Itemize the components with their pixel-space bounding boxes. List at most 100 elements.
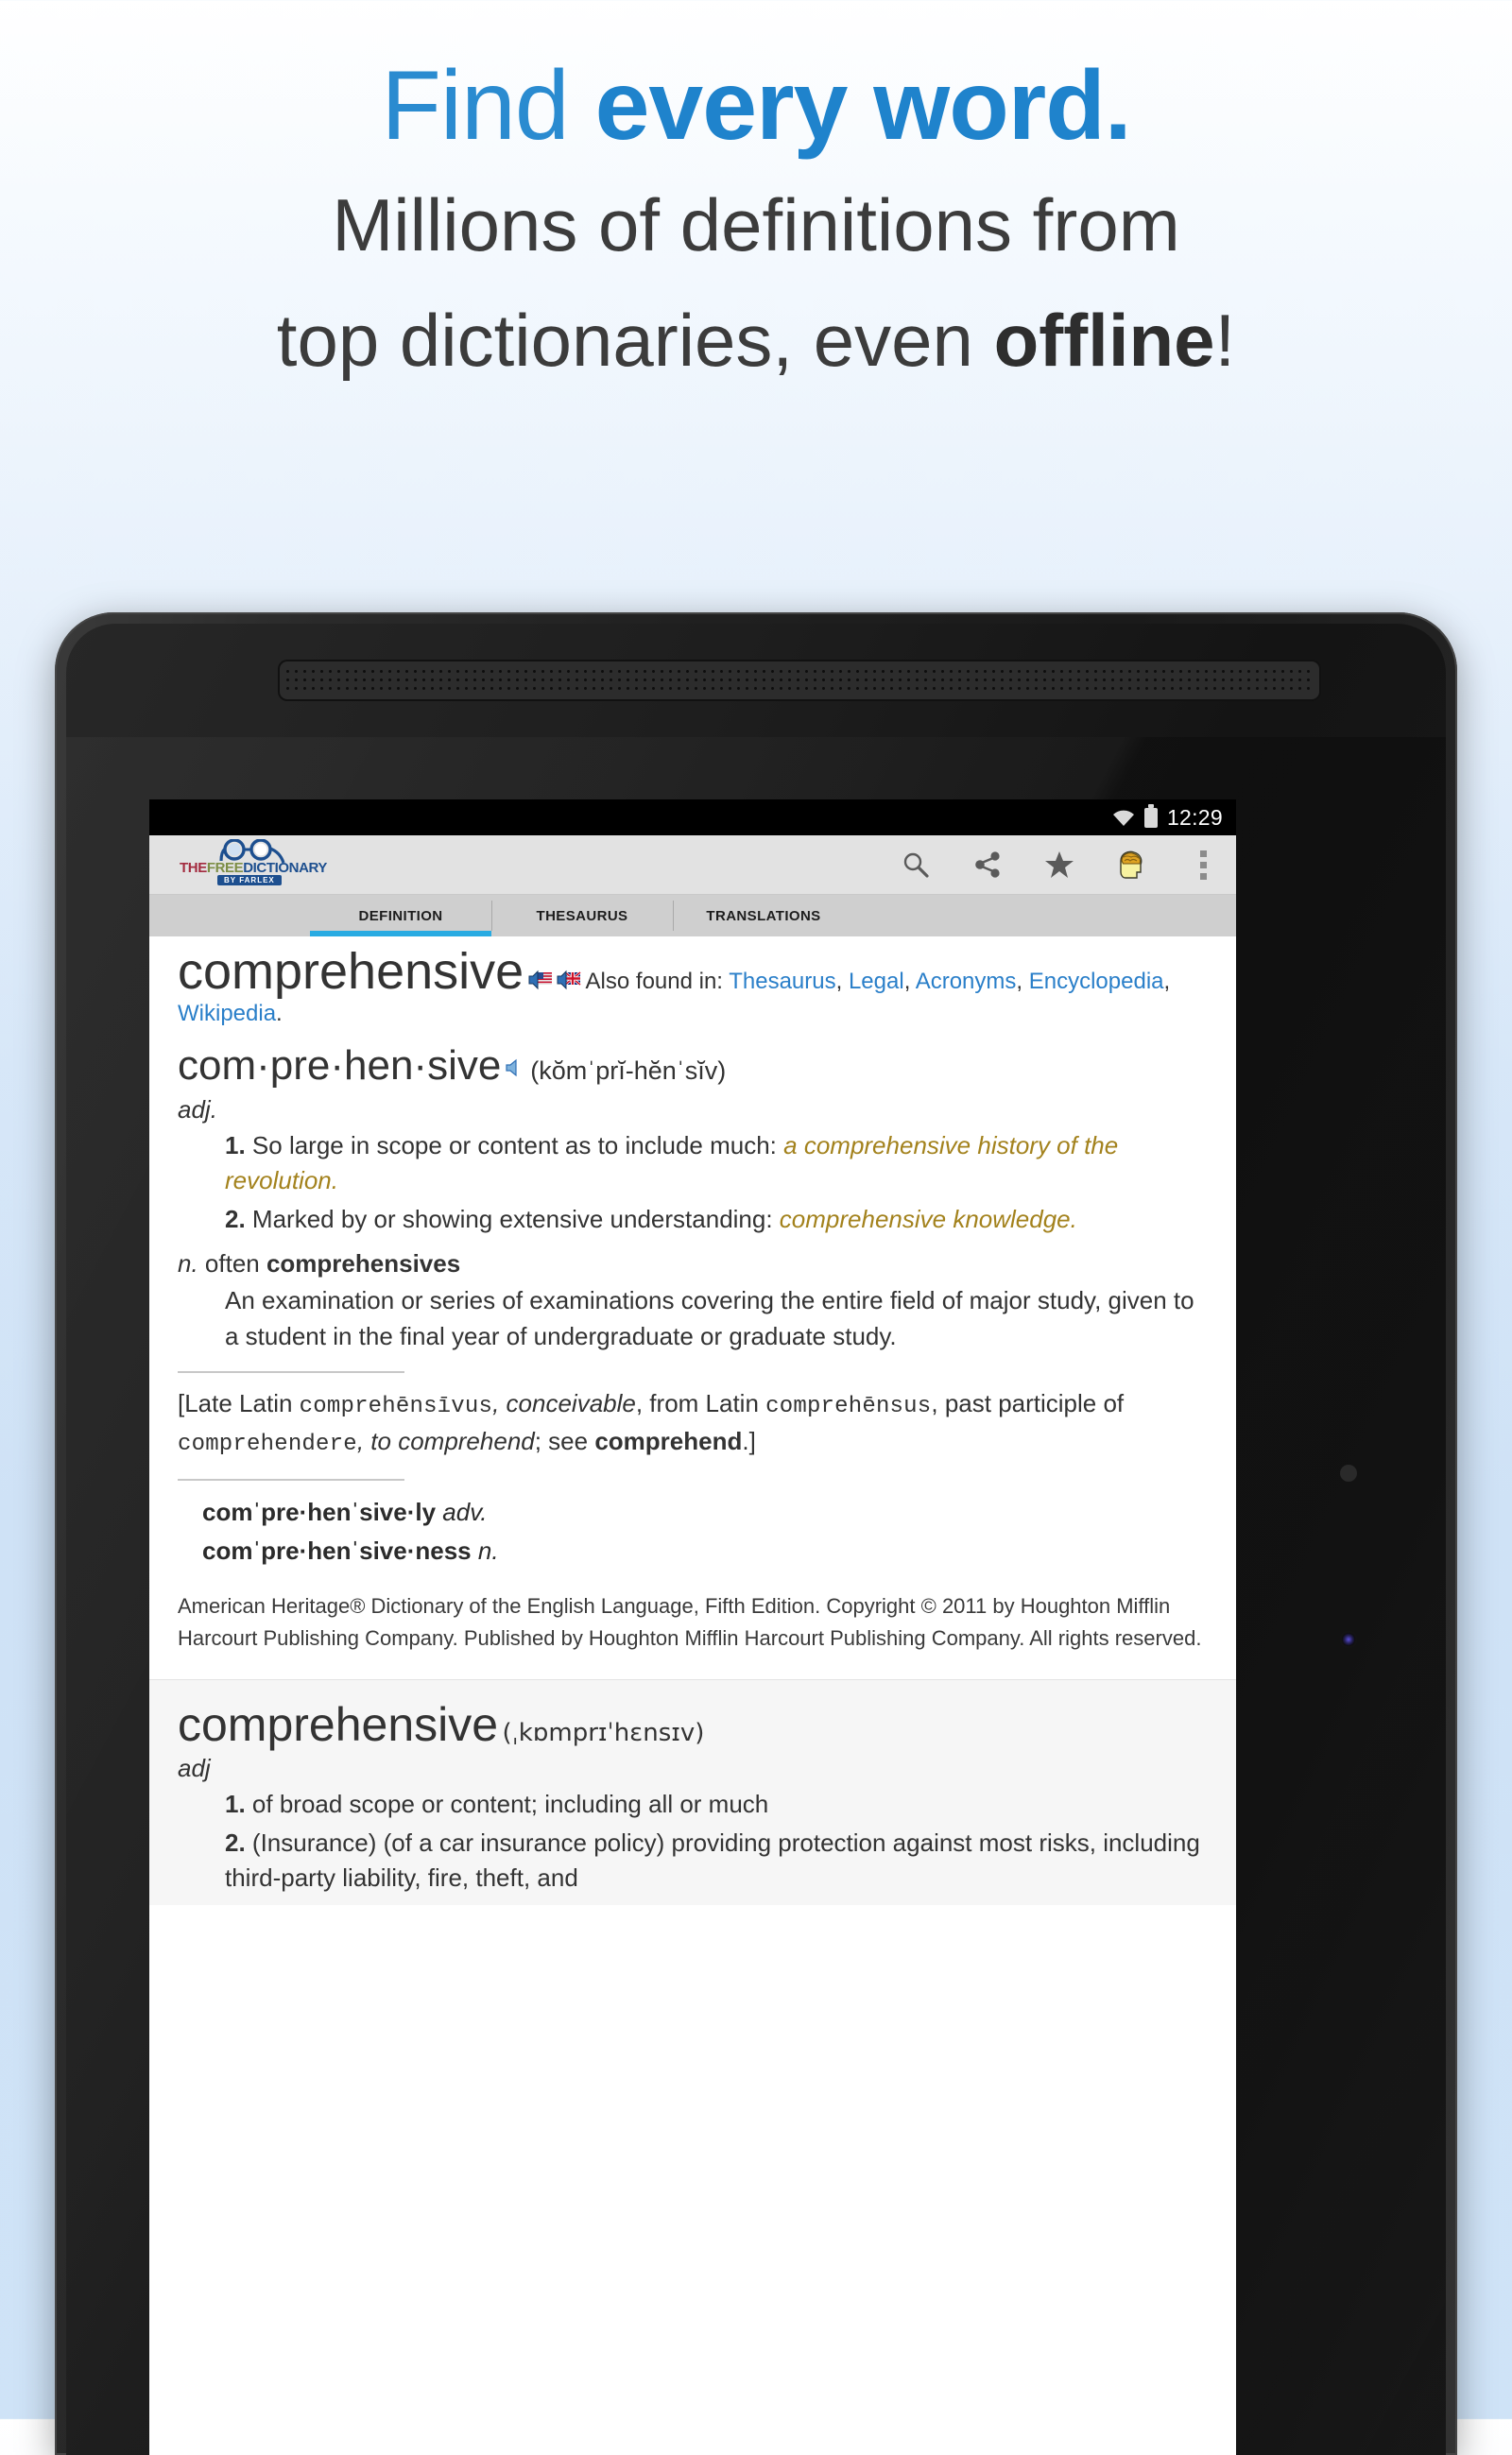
link-legal[interactable]: Legal xyxy=(849,969,904,994)
promo-headline-plain: Find xyxy=(381,51,595,161)
tablet-device-frame: 12:29 THEFREEDICTIONARY BY FARLEX DEFINI… xyxy=(55,612,1457,2455)
app-logo[interactable]: THEFREEDICTIONARY BY FARLEX xyxy=(180,838,327,888)
derivative-noun: comˈpre·henˈsive·ness n. xyxy=(202,1533,1210,1570)
collins-sense-2-text: (Insurance) (of a car insurance policy) … xyxy=(225,1828,1200,1893)
tablet-bezel: 12:29 THEFREEDICTIONARY BY FARLEX DEFINI… xyxy=(66,624,1446,2455)
noun-often-label: often xyxy=(198,1249,266,1279)
tablet-screen: 12:29 THEFREEDICTIONARY BY FARLEX DEFINI… xyxy=(149,799,1236,2455)
noun-plural-form: comprehensives xyxy=(266,1249,461,1279)
promo-subline-2-pre: top dictionaries, even xyxy=(276,299,994,383)
etymology: [Late Latin comprehēnsīvus, conceivable,… xyxy=(178,1386,1210,1462)
promo-header: Find every word. Millions of definitions… xyxy=(0,0,1512,388)
promo-subline-2-bold: offline xyxy=(993,299,1215,383)
collins-entry: comprehensive (ˌkɒmprɪˈhɛnsɪv) adj 1. of… xyxy=(149,1679,1236,1905)
headword: comprehensive xyxy=(178,943,524,1000)
etymology-mid-3: ; see xyxy=(534,1427,595,1456)
search-icon[interactable] xyxy=(900,849,932,881)
link-encyclopedia[interactable]: Encyclopedia xyxy=(1029,969,1164,994)
promo-headline-bold: every word xyxy=(594,51,1106,161)
collins-sense-1: 1. of broad scope or content; including … xyxy=(225,1787,1210,1822)
collins-sense-2-number: 2. xyxy=(225,1828,246,1858)
speaker-grille xyxy=(280,661,1319,699)
etymology-xref-comprehend[interactable]: comprehend xyxy=(594,1427,742,1455)
collins-sense-1-number: 1. xyxy=(225,1790,246,1819)
overflow-menu-icon[interactable] xyxy=(1187,849,1219,881)
collins-sense-1-text: of broad scope or content; including all… xyxy=(251,1790,769,1819)
promo-subline-1: Millions of definitions from xyxy=(332,183,1180,267)
speaker-us-flag-icon[interactable] xyxy=(528,970,557,992)
promo-headline: Find every word. xyxy=(0,54,1512,158)
link-thesaurus[interactable]: Thesaurus xyxy=(729,969,835,994)
link-wikipedia[interactable]: Wikipedia xyxy=(178,1001,276,1026)
derivative-adverb: comˈpre·henˈsive·ly adv. xyxy=(202,1494,1210,1531)
etymology-open: [Late Latin xyxy=(178,1389,300,1418)
sense-2: 2. Marked by or showing extensive unders… xyxy=(225,1202,1210,1237)
collins-part-of-speech: adj xyxy=(178,1754,211,1783)
app-bar-actions xyxy=(900,835,1219,894)
tab-bar: DEFINITION THESAURUS TRANSLATIONS xyxy=(149,895,1236,936)
etymology-gloss-2: , to comprehend xyxy=(356,1427,535,1456)
part-of-speech-noun: n. xyxy=(178,1249,198,1279)
syllabification-block: com·pre·hen·sive (kŏmˈprĭ-hĕnˈsĭv) xyxy=(178,1042,1210,1090)
pronunciation: (kŏmˈprĭ-hĕnˈsĭv) xyxy=(530,1056,727,1086)
noun-headline: n. often comprehensives xyxy=(178,1246,1210,1281)
also-found-label: Also found in: xyxy=(585,969,730,994)
sense-1-text: So large in scope or content as to inclu… xyxy=(251,1131,784,1160)
tab-translations[interactable]: TRANSLATIONS xyxy=(673,895,854,936)
promo-headline-dot: . xyxy=(1104,51,1132,161)
etymology-mid-1: , from Latin xyxy=(635,1389,766,1418)
derivative-adverb-form: comˈpre·henˈsive·ly xyxy=(202,1498,437,1527)
collins-headword: comprehensive xyxy=(178,1698,499,1752)
tab-thesaurus-label: THESAURUS xyxy=(536,907,628,924)
logo-free: FREE xyxy=(206,860,244,876)
speaker-uk-flag-icon[interactable] xyxy=(557,970,585,992)
tab-translations-label: TRANSLATIONS xyxy=(706,907,821,924)
etymology-latin-3: comprehendere xyxy=(178,1432,357,1458)
app-bar: THEFREEDICTIONARY BY FARLEX xyxy=(149,835,1236,895)
dictionary-credit: American Heritage® Dictionary of the Eng… xyxy=(178,1594,1202,1651)
wifi-icon xyxy=(1112,810,1135,826)
speaker-icon[interactable] xyxy=(506,1059,530,1083)
logo-wordmark: THEFREEDICTIONARY xyxy=(180,860,327,876)
link-acronyms[interactable]: Acronyms xyxy=(916,969,1017,994)
brain-head-icon[interactable] xyxy=(1115,849,1147,881)
tab-thesaurus[interactable]: THESAURUS xyxy=(491,895,673,936)
etymology-mid-2: , past participle of xyxy=(931,1389,1125,1418)
promo-subline-2: top dictionaries, even offline! xyxy=(0,294,1512,388)
sense-2-text: Marked by or showing extensive understan… xyxy=(251,1205,780,1234)
logo-the: THE xyxy=(180,860,207,876)
android-status-bar: 12:29 xyxy=(149,799,1236,835)
etymology-gloss-1: , conceivable xyxy=(492,1389,636,1418)
definition-content: comprehensive Also found in: Thesaurus, … xyxy=(149,936,1236,2455)
etymology-close: .] xyxy=(742,1427,756,1456)
noun-definition: An examination or series of examinations… xyxy=(225,1286,1194,1350)
share-icon[interactable] xyxy=(971,849,1004,881)
derivative-noun-form: comˈpre·henˈsive·ness xyxy=(202,1537,472,1566)
collins-ipa: (ˌkɒmprɪˈhɛnsɪv) xyxy=(502,1719,705,1748)
sense-1: 1. So large in scope or content as to in… xyxy=(225,1128,1210,1198)
status-clock: 12:29 xyxy=(1166,804,1223,830)
proximity-sensor-dot xyxy=(1340,1465,1357,1482)
etymology-latin-1: comprehēnsīvus xyxy=(299,1394,493,1420)
sense-1-number: 1. xyxy=(225,1131,246,1160)
headword-block: comprehensive Also found in: Thesaurus, … xyxy=(178,943,1171,1027)
sense-2-number: 2. xyxy=(225,1205,246,1234)
part-of-speech-adj: adj. xyxy=(178,1095,217,1124)
derivative-adverb-pos: adv. xyxy=(436,1498,488,1527)
battery-icon xyxy=(1143,803,1158,828)
divider-etymology xyxy=(178,1371,404,1374)
logo-by-farlex: BY FARLEX xyxy=(217,875,282,885)
tab-definition-label: DEFINITION xyxy=(358,907,443,924)
promo-subline-2-post: ! xyxy=(1214,299,1236,383)
collins-headword-block: comprehensive (ˌkɒmprɪˈhɛnsɪv) xyxy=(178,1697,1210,1752)
divider-derivatives xyxy=(178,1479,404,1482)
tab-definition[interactable]: DEFINITION xyxy=(310,895,491,936)
logo-dictionary: DICTIONARY xyxy=(243,860,327,876)
star-icon[interactable] xyxy=(1043,849,1075,881)
derivative-noun-pos: n. xyxy=(471,1537,499,1566)
sense-2-example: comprehensive knowledge. xyxy=(779,1205,1077,1234)
collins-sense-2: 2. (Insurance) (of a car insurance polic… xyxy=(225,1826,1210,1896)
front-camera-dot xyxy=(1342,1633,1355,1646)
syllabified-headword: com·pre·hen·sive xyxy=(178,1042,502,1090)
etymology-latin-2: comprehēnsus xyxy=(765,1394,932,1420)
